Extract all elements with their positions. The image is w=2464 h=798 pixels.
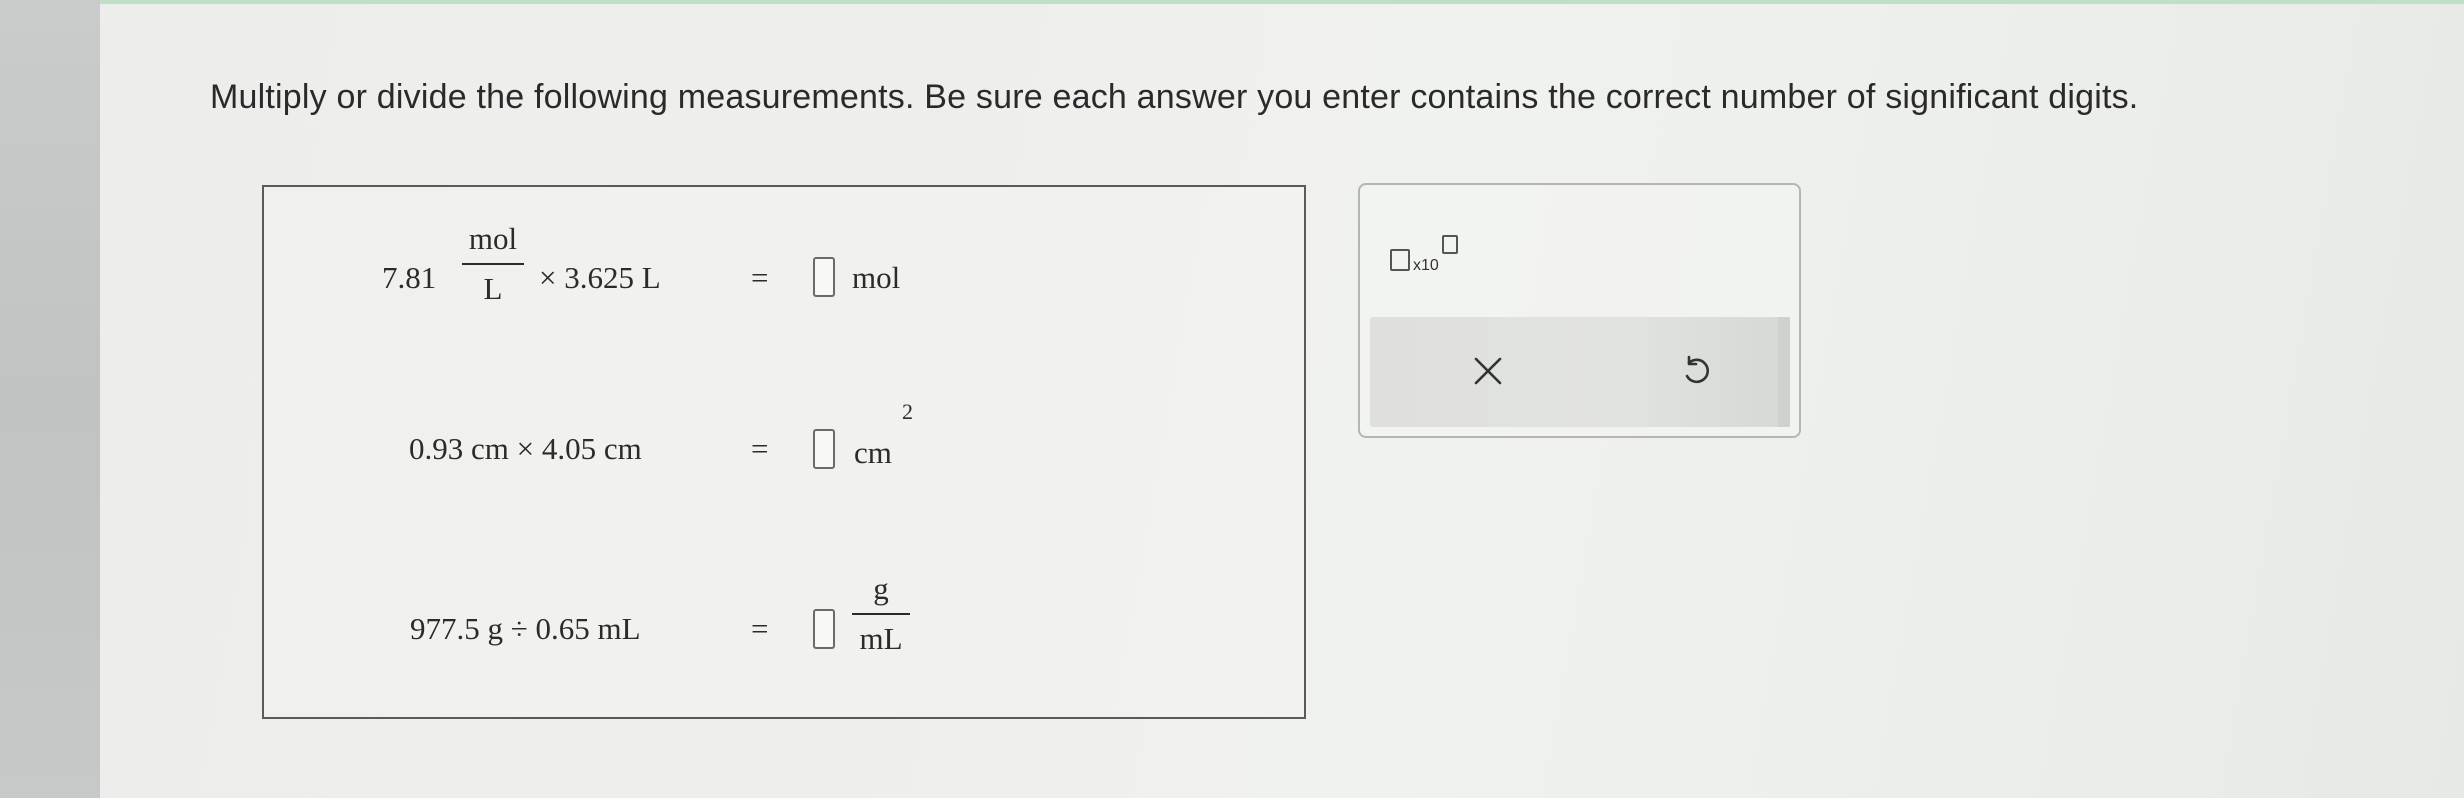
equation-row-2: 0.93 cm × 4.05 cm = cm 2 [264, 367, 1304, 537]
product-expression: 0.93 cm × 4.05 cm [409, 431, 642, 466]
answer-input-1[interactable] [813, 257, 835, 297]
left-margin-strip [0, 0, 100, 798]
equation-row-1: 7.81 mol L × 3.625 L = mol [264, 187, 1304, 367]
mol-per-l-fraction: mol L [462, 221, 524, 307]
answer-unit: mol [852, 260, 901, 295]
undo-icon [1685, 355, 1709, 384]
equals-sign: = [751, 260, 769, 295]
x10-label: x10 [1413, 257, 1439, 274]
scientific-notation-button[interactable]: x10 [1390, 235, 1462, 275]
fraction-denominator: mL [859, 621, 903, 656]
fraction-numerator: g [873, 571, 889, 606]
multiplier-term: × 3.625 L [539, 260, 661, 295]
answer-unit: cm [854, 435, 892, 470]
exponent-box-icon [1442, 235, 1458, 254]
equals-sign: = [751, 431, 769, 466]
fraction-denominator: L [483, 271, 503, 306]
answer-input-2[interactable] [813, 429, 835, 469]
close-icon [1474, 357, 1502, 385]
fraction-bar [462, 263, 524, 265]
instructions-text: Multiply or divide the following measure… [210, 78, 2139, 116]
fraction-numerator: mol [468, 221, 518, 256]
coefficient: 7.81 [382, 260, 437, 295]
action-bar-edge [1778, 317, 1790, 427]
answer-input-3[interactable] [813, 609, 835, 649]
fraction-bar [852, 613, 910, 615]
clear-button[interactable] [1462, 345, 1514, 397]
equals-sign: = [751, 611, 769, 646]
tools-panel: x10 [1358, 183, 1801, 438]
undo-button[interactable] [1670, 345, 1722, 397]
action-bar [1370, 317, 1790, 427]
equation-box: 7.81 mol L × 3.625 L = mol 0.93 cm × 4.0… [262, 185, 1306, 719]
top-accent-line [100, 0, 2464, 4]
equation-row-3: 977.5 g ÷ 0.65 mL = g mL [264, 537, 1304, 717]
unit-exponent: 2 [902, 399, 913, 424]
quotient-expression: 977.5 g ÷ 0.65 mL [410, 611, 641, 646]
g-per-ml-fraction: g mL [852, 571, 910, 657]
base-box-icon [1390, 249, 1410, 271]
